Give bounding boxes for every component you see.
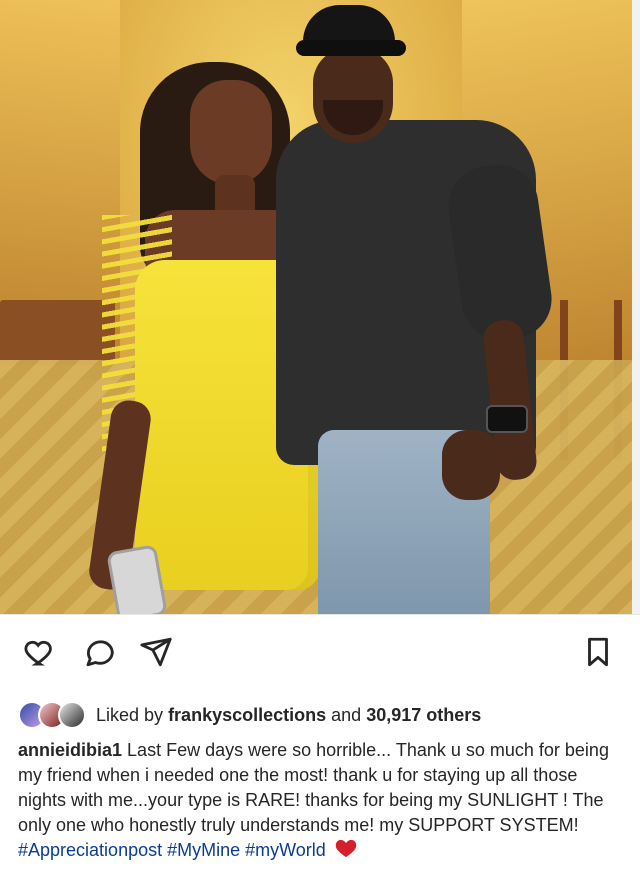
- paper-plane-icon: [139, 635, 173, 669]
- woman-face: [190, 80, 272, 185]
- avatar: [58, 701, 86, 729]
- man-hand: [442, 430, 500, 500]
- like-button[interactable]: [20, 632, 60, 672]
- likes-middle: and: [331, 705, 362, 725]
- post-photo[interactable]: [0, 0, 632, 614]
- likes-prefix: Liked by: [96, 705, 164, 725]
- instagram-post: Liked by frankyscollections and 30,917 o…: [0, 0, 640, 889]
- save-button[interactable]: [578, 632, 618, 672]
- caption-hashtags[interactable]: #Appreciationpost #MyMine #myWorld: [18, 840, 326, 860]
- likes-row: Liked by frankyscollections and 30,917 o…: [18, 700, 628, 730]
- comment-button[interactable]: [80, 632, 120, 672]
- comment-bubble-icon: [83, 635, 117, 669]
- bookmark-outline-icon: [581, 635, 615, 669]
- likes-count[interactable]: 30,917 others: [366, 705, 481, 725]
- caption-username[interactable]: annieidibia1: [18, 740, 122, 760]
- photo-edge: [632, 0, 640, 614]
- liker-avatars[interactable]: [18, 701, 96, 729]
- wristwatch: [486, 405, 528, 433]
- post-caption: annieidibia1 Last Few days were so horri…: [18, 738, 623, 865]
- heart-outline-icon: [23, 635, 57, 669]
- photo-divider: [0, 614, 640, 615]
- red-heart-icon: [335, 838, 357, 865]
- likes-text: Liked by frankyscollections and 30,917 o…: [96, 702, 481, 728]
- post-actions: [0, 632, 640, 684]
- man-cap-brim: [296, 40, 406, 56]
- liker-username[interactable]: frankyscollections: [168, 705, 326, 725]
- background-table: [0, 300, 115, 365]
- share-button[interactable]: [136, 632, 176, 672]
